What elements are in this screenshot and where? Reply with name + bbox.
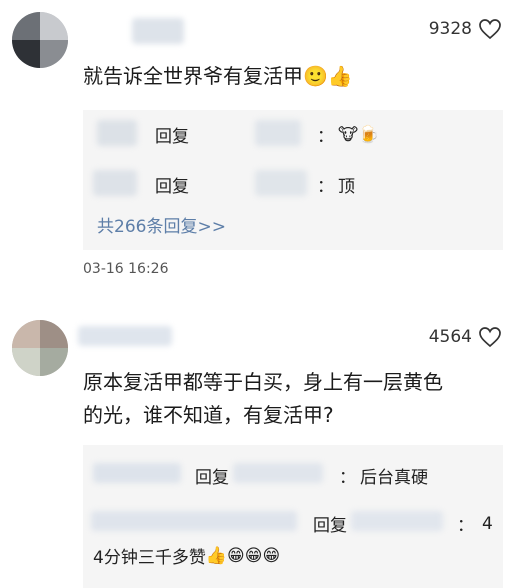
reply-item[interactable]: 回复 bbox=[313, 511, 347, 536]
reply-content: ：顶 bbox=[317, 177, 355, 197]
emoji: 😁 bbox=[244, 545, 263, 566]
reply-content: ： 🐮🍺 bbox=[317, 124, 380, 148]
reply-action: 回复 bbox=[313, 516, 347, 536]
reply-username[interactable] bbox=[93, 463, 181, 483]
like-button[interactable]: 9328 bbox=[429, 18, 502, 40]
reply-avatar bbox=[93, 170, 137, 196]
reply-username[interactable] bbox=[255, 170, 307, 196]
emoji: 👍 bbox=[205, 545, 227, 566]
reply-content: ： 4 bbox=[457, 513, 493, 537]
reply-action: 回复 bbox=[195, 468, 229, 488]
reply-content: ：后台真硬 bbox=[339, 468, 428, 488]
comment-text-line: 原本复活甲都等于白买，身上有一层黄色 bbox=[83, 370, 443, 394]
heart-icon bbox=[479, 19, 501, 40]
reply-content-continued: 4分钟三千多赞 👍 😁 😁 😁 bbox=[93, 545, 281, 569]
avatar[interactable] bbox=[12, 12, 68, 68]
reply-item[interactable]: 回复 bbox=[195, 463, 229, 488]
reply-target-username[interactable] bbox=[233, 463, 323, 483]
reply-action: 回复 bbox=[155, 127, 189, 147]
emoji: 😁 bbox=[227, 545, 245, 566]
reply-box: 回复 ：后台真硬 回复 ： 4 4分钟三千多赞 👍 😁 😁 😁 bbox=[83, 445, 503, 588]
heart-icon bbox=[479, 327, 501, 348]
like-count: 9328 bbox=[428, 19, 472, 39]
reply-target-username[interactable] bbox=[351, 511, 443, 531]
reply-item[interactable]: 回复 bbox=[155, 122, 189, 147]
reply-username[interactable] bbox=[91, 511, 297, 531]
reply-username[interactable] bbox=[255, 120, 301, 146]
avatar[interactable] bbox=[12, 320, 68, 376]
reply-action: 回复 bbox=[155, 177, 189, 197]
more-replies-link[interactable]: 共266条回复>> bbox=[97, 212, 226, 237]
like-count: 4564 bbox=[428, 327, 472, 347]
comment-text: 就告诉全世界爷有复活甲🙂👍 bbox=[83, 64, 353, 88]
comment-text: 原本复活甲都等于白买，身上有一层黄色 的光，谁不知道，有复活甲? bbox=[83, 366, 443, 432]
like-button[interactable]: 4564 bbox=[429, 326, 502, 348]
reply-item[interactable]: 回复 bbox=[155, 172, 189, 197]
reply-avatar bbox=[97, 120, 137, 146]
reply-box: 回复 ： 🐮🍺 回复 ：顶 共266条回复>> bbox=[83, 110, 503, 250]
comment-text-line: 的光，谁不知道，有复活甲? bbox=[83, 403, 334, 427]
timestamp: 03-16 16:26 bbox=[83, 261, 169, 277]
emoji: 😁 bbox=[262, 545, 281, 566]
emoji: 👍 bbox=[327, 64, 353, 88]
username[interactable] bbox=[78, 326, 172, 346]
username[interactable] bbox=[132, 18, 184, 44]
emoji: 🙂 bbox=[303, 64, 328, 88]
